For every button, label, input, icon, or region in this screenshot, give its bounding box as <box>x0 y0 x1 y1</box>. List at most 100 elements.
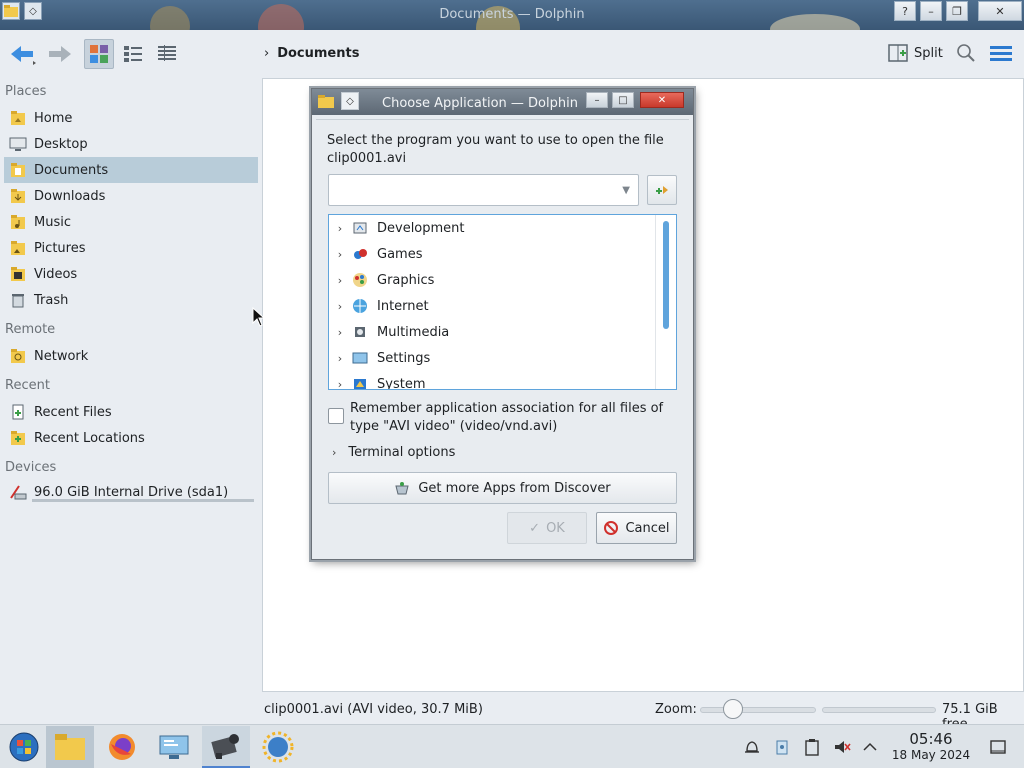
place-network[interactable]: Network <box>4 343 258 369</box>
forward-button[interactable] <box>44 41 74 67</box>
chevron-down-icon[interactable]: ▼ <box>622 185 630 196</box>
taskbar-video-app[interactable] <box>202 726 250 768</box>
vault-icon[interactable] <box>772 737 792 757</box>
section-places: Places <box>5 84 47 99</box>
volume-muted-icon[interactable] <box>832 737 852 757</box>
window-title: Documents — Dolphin <box>439 7 585 22</box>
chevron-right-icon[interactable]: › <box>329 352 351 365</box>
application-search-combo[interactable]: ▼ <box>328 174 639 206</box>
window-titlebar[interactable]: ◇ Documents — Dolphin ? – ❐ ✕ <box>0 0 1024 30</box>
place-desktop[interactable]: Desktop <box>4 131 258 157</box>
recent-locations-icon <box>8 428 28 448</box>
place-home[interactable]: Home <box>4 105 258 131</box>
terminal-options-expander[interactable]: › Terminal options <box>332 445 455 460</box>
remember-association-checkbox[interactable] <box>328 408 344 424</box>
help-button[interactable]: ? <box>894 1 916 21</box>
tree-item-development[interactable]: › Development <box>329 215 655 241</box>
dialog-minimize-button[interactable]: – <box>586 92 608 108</box>
desktop-icon <box>8 134 28 154</box>
close-button[interactable]: ✕ <box>978 1 1022 21</box>
place-recent-files[interactable]: Recent Files <box>4 399 258 425</box>
taskbar-discover[interactable] <box>254 726 302 768</box>
clock-time: 05:46 <box>909 730 953 748</box>
back-button[interactable] <box>8 41 38 67</box>
recent-files-icon <box>8 402 28 422</box>
place-pictures[interactable]: Pictures <box>4 235 258 261</box>
icons-view-button[interactable] <box>84 39 114 69</box>
chevron-right-icon[interactable]: › <box>329 222 351 235</box>
checkmark-icon: ✓ <box>529 520 541 536</box>
chevron-right-icon[interactable]: › <box>329 248 351 261</box>
dialog-window-menu-icon[interactable]: ◇ <box>341 92 359 110</box>
zoom-slider[interactable] <box>700 707 816 713</box>
place-music[interactable]: Music <box>4 209 258 235</box>
tree-item-label: Settings <box>377 350 431 366</box>
tree-item-label: Internet <box>377 298 429 314</box>
breadcrumb[interactable]: › Documents <box>264 46 359 61</box>
chevron-right-icon[interactable]: › <box>332 446 336 459</box>
trash-icon <box>8 290 28 310</box>
tree-item-internet[interactable]: › Internet <box>329 293 655 319</box>
tree-item-games[interactable]: › Games <box>329 241 655 267</box>
dialog-titlebar[interactable]: ◇ Choose Application — Dolphin – □ ✕ <box>312 89 693 115</box>
browse-button[interactable] <box>647 175 677 205</box>
tree-item-graphics[interactable]: › Graphics <box>329 267 655 293</box>
hamburger-menu-button[interactable] <box>990 45 1012 67</box>
split-button[interactable]: Split <box>888 43 943 63</box>
search-button[interactable] <box>956 43 976 67</box>
taskbar-firefox[interactable] <box>98 726 146 768</box>
details-view-button[interactable] <box>152 39 182 69</box>
place-label: Recent Locations <box>34 430 145 446</box>
minimize-button[interactable]: – <box>920 1 942 21</box>
remember-association-label[interactable]: Remember application association for all… <box>350 400 680 436</box>
tree-scrollbar-thumb[interactable] <box>663 221 669 329</box>
clipboard-icon[interactable] <box>802 737 822 757</box>
free-space-bar <box>822 707 936 713</box>
tree-scrollbar[interactable] <box>655 215 676 389</box>
chevron-right-icon[interactable]: › <box>329 378 351 390</box>
place-trash[interactable]: Trash <box>4 287 258 313</box>
multimedia-icon <box>351 323 369 341</box>
chevron-right-icon[interactable]: › <box>329 300 351 313</box>
zoom-slider-handle[interactable] <box>723 699 743 719</box>
place-recent-locations[interactable]: Recent Locations <box>4 425 258 451</box>
tray-expand-icon[interactable] <box>860 737 880 757</box>
tree-item-system[interactable]: › System <box>329 371 655 390</box>
tree-item-settings[interactable]: › Settings <box>329 345 655 371</box>
terminal-options-label[interactable]: Terminal options <box>348 445 455 460</box>
place-label: Trash <box>34 292 69 308</box>
notifications-icon[interactable] <box>742 737 762 757</box>
place-label: Pictures <box>34 240 86 256</box>
taskbar-file-manager[interactable] <box>46 726 94 768</box>
breadcrumb-documents[interactable]: Documents <box>277 46 359 61</box>
dialog-close-button[interactable]: ✕ <box>640 92 684 108</box>
start-menu-button[interactable] <box>0 726 48 768</box>
maximize-button[interactable]: ❐ <box>946 1 968 21</box>
taskbar-system-settings[interactable] <box>150 726 198 768</box>
place-downloads[interactable]: Downloads <box>4 183 258 209</box>
split-view-icon <box>888 44 908 62</box>
icons-view-icon <box>90 45 108 63</box>
details-view-icon <box>158 45 176 61</box>
chevron-right-icon[interactable]: › <box>329 326 351 339</box>
place-label: Network <box>34 348 89 364</box>
dialog-maximize-button[interactable]: □ <box>612 92 634 108</box>
place-videos[interactable]: Videos <box>4 261 258 287</box>
place-documents[interactable]: Documents <box>4 157 258 183</box>
application-category-tree[interactable]: › Development › Games › Graphics › Inter… <box>328 214 677 390</box>
cancel-button[interactable]: Cancel <box>596 512 677 544</box>
remember-association-row[interactable]: Remember application association for all… <box>328 400 680 436</box>
dialog-folder-icon[interactable] <box>317 92 335 110</box>
get-more-apps-button[interactable]: Get more Apps from Discover <box>328 472 677 504</box>
system-icon <box>351 375 369 389</box>
choose-application-dialog: ◇ Choose Application — Dolphin – □ ✕ Sel… <box>311 88 694 560</box>
games-icon <box>351 245 369 263</box>
ok-button[interactable]: ✓ OK <box>507 512 587 544</box>
tree-item-multimedia[interactable]: › Multimedia <box>329 319 655 345</box>
browse-open-icon <box>656 186 668 194</box>
discover-icon <box>262 731 294 763</box>
compact-view-button[interactable] <box>118 39 148 69</box>
chevron-right-icon[interactable]: › <box>329 274 351 287</box>
clock[interactable]: 05:46 18 May 2024 <box>890 731 972 763</box>
show-desktop-icon[interactable] <box>988 737 1008 757</box>
